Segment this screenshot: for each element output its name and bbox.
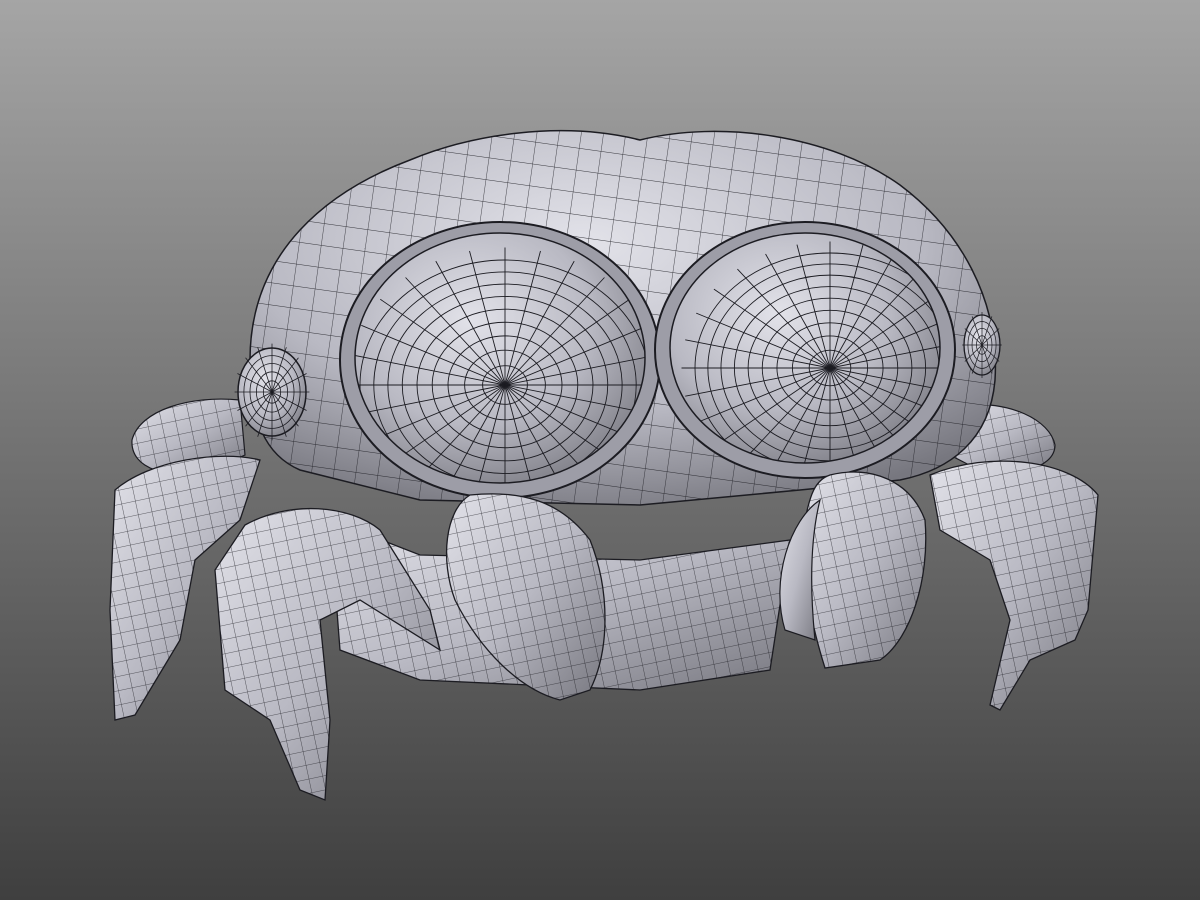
side-eye-left (234, 343, 310, 441)
3d-viewport (0, 0, 1200, 900)
crab-wireframe-render (0, 0, 1200, 900)
